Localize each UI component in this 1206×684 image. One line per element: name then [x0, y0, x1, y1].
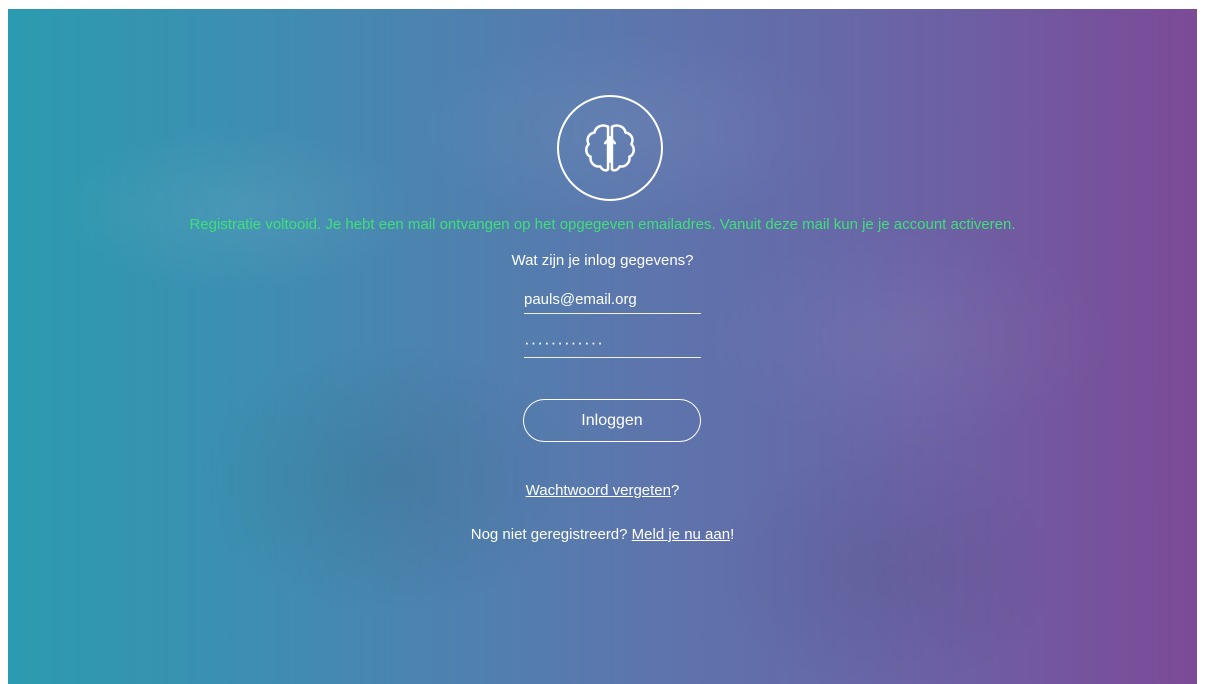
- login-prompt: Wat zijn je inlog gegevens?: [511, 252, 694, 269]
- forgot-password-link[interactable]: Wachtwoord vergeten: [526, 482, 671, 499]
- register-link[interactable]: Meld je nu aan: [632, 526, 730, 543]
- register-prompt: Nog niet geregistreerd?: [470, 526, 632, 543]
- brain-icon: [585, 124, 635, 172]
- password-field[interactable]: [524, 332, 701, 358]
- register-suffix: !: [730, 526, 735, 543]
- login-page-background: Registratie voltooid. Je hebt een mail o…: [8, 9, 1197, 684]
- registration-success-message: Registratie voltooid. Je hebt een mail o…: [189, 216, 1016, 233]
- forgot-password-row: Wachtwoord vergeten?: [8, 482, 1197, 499]
- email-field[interactable]: [524, 288, 701, 314]
- logo-circle: [557, 95, 663, 201]
- forgot-password-suffix: ?: [671, 482, 680, 499]
- login-panel: Registratie voltooid. Je hebt een mail o…: [8, 9, 1197, 684]
- login-button[interactable]: Inloggen: [523, 399, 701, 442]
- register-row: Nog niet geregistreerd? Meld je nu aan!: [8, 526, 1197, 543]
